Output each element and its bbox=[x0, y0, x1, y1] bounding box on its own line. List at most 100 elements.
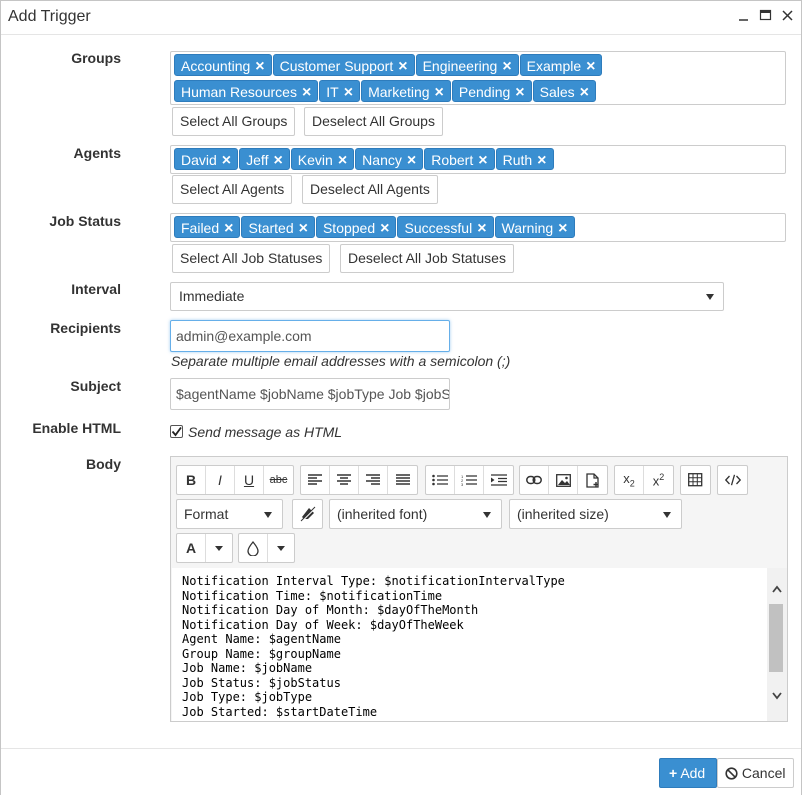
table-group bbox=[680, 465, 711, 495]
font-color-dropdown[interactable] bbox=[206, 534, 232, 562]
agents-tag-input[interactable]: David × Jeff × Kevin × Nancy × Robert × Ruth × bbox=[170, 145, 786, 174]
remove-tag-icon[interactable]: × bbox=[380, 218, 389, 240]
remove-tag-icon[interactable]: × bbox=[299, 218, 308, 240]
remove-tag-icon[interactable]: × bbox=[478, 150, 487, 172]
interval-label: Interval bbox=[71, 281, 121, 297]
recipients-input[interactable]: admin@example.com bbox=[170, 320, 450, 352]
remove-tag-icon[interactable]: × bbox=[255, 56, 264, 78]
maximize-icon[interactable] bbox=[757, 7, 775, 25]
italic-icon: I bbox=[218, 472, 222, 488]
remove-tag-icon[interactable]: × bbox=[477, 218, 486, 240]
body-line: Agent Name: $agentName bbox=[182, 632, 341, 646]
body-scrollbar[interactable] bbox=[767, 568, 787, 721]
remove-tag-icon[interactable]: × bbox=[344, 82, 353, 104]
recipients-label: Recipients bbox=[50, 320, 121, 336]
ban-icon bbox=[725, 767, 738, 780]
background-color-button[interactable] bbox=[239, 534, 268, 562]
insert-file-button[interactable] bbox=[578, 466, 607, 494]
chevron-down-icon bbox=[264, 512, 272, 518]
tag-label: Marketing bbox=[368, 84, 430, 100]
remove-tag-icon[interactable]: × bbox=[338, 150, 347, 172]
deselect-all-agents-button[interactable]: Deselect All Agents bbox=[302, 175, 438, 204]
chevron-down-icon bbox=[277, 545, 285, 551]
scroll-down-icon[interactable] bbox=[772, 692, 782, 702]
cancel-button[interactable]: Cancel bbox=[717, 758, 794, 788]
align-right-button[interactable] bbox=[359, 466, 388, 494]
tag-label: Engineering bbox=[422, 58, 498, 74]
groups-tag-input[interactable]: Accounting × Customer Support × Engineering ×… bbox=[170, 51, 786, 105]
body-line: Notification Interval Type: $notificatio… bbox=[182, 574, 565, 588]
superscript-button[interactable]: x2 bbox=[644, 466, 673, 494]
select-all-job-statuses-button[interactable]: Select All Job Statuses bbox=[172, 244, 331, 273]
font-family-select[interactable]: (inherited font) bbox=[329, 499, 502, 529]
table-icon bbox=[688, 473, 703, 487]
body-line: Job Started: $startDateTime bbox=[182, 704, 378, 719]
bold-button[interactable]: B bbox=[177, 466, 206, 494]
bullet-list-icon bbox=[432, 474, 448, 486]
enable-html-checkbox[interactable] bbox=[170, 425, 183, 438]
bullet-list-button[interactable] bbox=[426, 466, 455, 494]
remove-tag-icon[interactable]: × bbox=[222, 150, 231, 172]
italic-button[interactable]: I bbox=[206, 466, 235, 494]
body-line: Notification Time: $notificationTime bbox=[182, 588, 443, 603]
remove-tag-icon[interactable]: × bbox=[502, 56, 511, 78]
remove-tag-icon[interactable]: × bbox=[398, 56, 407, 78]
background-color-dropdown[interactable] bbox=[268, 534, 294, 562]
remove-tag-icon[interactable]: × bbox=[586, 56, 595, 78]
scroll-up-icon[interactable] bbox=[772, 585, 782, 595]
align-left-button[interactable] bbox=[301, 466, 330, 494]
checkmark-icon bbox=[171, 426, 182, 437]
remove-tag-icon[interactable]: × bbox=[302, 82, 311, 104]
superscript-icon: x2 bbox=[652, 471, 665, 489]
tag-started: Started × bbox=[241, 216, 315, 240]
underline-button[interactable]: U bbox=[235, 466, 264, 494]
numbered-list-button[interactable]: 123 bbox=[455, 466, 484, 494]
align-left-icon bbox=[308, 474, 322, 485]
tag-label: David bbox=[181, 152, 217, 168]
insert-table-button[interactable] bbox=[681, 466, 710, 494]
strikethrough-button[interactable]: abc bbox=[264, 466, 293, 494]
title-bar[interactable]: Add Trigger bbox=[1, 1, 801, 35]
clear-formatting-button[interactable] bbox=[293, 500, 322, 528]
remove-tag-icon[interactable]: × bbox=[224, 218, 233, 240]
justify-button[interactable] bbox=[388, 466, 417, 494]
align-center-button[interactable] bbox=[330, 466, 359, 494]
remove-tag-icon[interactable]: × bbox=[407, 150, 416, 172]
deselect-all-groups-button[interactable]: Deselect All Groups bbox=[304, 107, 443, 136]
add-button[interactable]: + Add bbox=[659, 758, 717, 788]
enable-html-checkbox-label[interactable]: Send message as HTML bbox=[188, 424, 342, 440]
select-all-agents-button[interactable]: Select All Agents bbox=[172, 175, 293, 204]
insert-link-button[interactable] bbox=[520, 466, 549, 494]
close-icon[interactable] bbox=[779, 7, 797, 25]
body-line: Job Status: $jobStatus bbox=[182, 675, 341, 690]
interval-select[interactable]: Immediate bbox=[170, 282, 724, 311]
font-color-button[interactable]: A bbox=[177, 534, 206, 562]
font-size-select[interactable]: (inherited size) bbox=[509, 499, 682, 529]
insert-image-button[interactable] bbox=[549, 466, 578, 494]
tag-label: Sales bbox=[539, 84, 575, 100]
format-select[interactable]: Format bbox=[176, 499, 283, 529]
body-content-area[interactable]: Notification Interval Type: $notificatio… bbox=[172, 568, 767, 721]
source-code-button[interactable] bbox=[718, 466, 747, 494]
remove-tag-icon[interactable]: × bbox=[273, 150, 282, 172]
bold-icon: B bbox=[185, 472, 197, 488]
remove-tag-icon[interactable]: × bbox=[435, 82, 444, 104]
tag-label: Ruth bbox=[502, 152, 533, 168]
tag-nancy: Nancy × bbox=[355, 148, 424, 172]
minimize-icon[interactable] bbox=[735, 7, 753, 25]
indent-button[interactable] bbox=[484, 466, 513, 494]
subject-input[interactable]: $agentName $jobName $jobType Job $jobSta… bbox=[170, 378, 450, 410]
remove-tag-icon[interactable]: × bbox=[580, 82, 589, 104]
subscript-button[interactable]: x2 bbox=[615, 466, 644, 494]
scroll-thumb[interactable] bbox=[769, 604, 783, 672]
remove-tag-icon[interactable]: × bbox=[515, 82, 524, 104]
deselect-all-job-statuses-button[interactable]: Deselect All Job Statuses bbox=[340, 244, 514, 273]
tag-david: David × bbox=[174, 148, 239, 172]
tag-label: Pending bbox=[458, 84, 511, 100]
body-line: Job Type: $jobType bbox=[182, 690, 313, 704]
job-status-tag-input[interactable]: Failed × Started × Stopped × Successful × Warnin… bbox=[170, 213, 786, 242]
select-all-groups-button[interactable]: Select All Groups bbox=[172, 107, 296, 136]
script-group: x2 x2 bbox=[614, 465, 674, 495]
remove-tag-icon[interactable]: × bbox=[558, 218, 567, 240]
remove-tag-icon[interactable]: × bbox=[537, 150, 546, 172]
